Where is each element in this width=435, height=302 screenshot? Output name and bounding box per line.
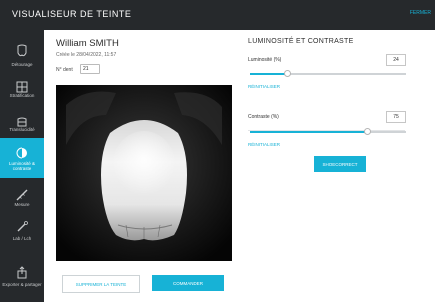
sidebar-item-label: Stratification [9, 93, 35, 98]
contrast-value[interactable]: 75 [386, 111, 406, 123]
tooth-number-input[interactable] [80, 64, 100, 74]
app-header: VISUALISEUR DE TEINTE FERMER [0, 0, 435, 30]
contrast-reset-link[interactable]: RÉINITIALISER [248, 142, 280, 147]
sidebar-item-luminosite[interactable]: Luminosité & contraste [0, 138, 44, 178]
created-date: Créée le 28/04/2022, 11:57 [56, 52, 117, 58]
contrast-label: Contraste (%) [248, 114, 279, 120]
ruler-icon [16, 189, 28, 201]
app-title: VISUALISEUR DE TEINTE [12, 9, 132, 19]
pipette-icon [17, 221, 28, 232]
sidebar-item-export[interactable]: Exporter & partager [0, 258, 44, 302]
sidebar-item-label: Mesure [14, 202, 30, 207]
close-link[interactable]: FERMER [410, 10, 431, 16]
layers-icon [16, 81, 28, 93]
sidebar-item-label: Détourage [11, 62, 33, 67]
slider-thumb[interactable] [363, 128, 371, 135]
panel-title: LUMINOSITÉ ET CONTRASTE [248, 38, 354, 45]
contrast-slider[interactable] [250, 128, 406, 135]
slider-fill [250, 131, 367, 133]
brightness-label: Luminosité (%) [248, 57, 282, 63]
delete-shade-button[interactable]: SUPPRIMER LA TEINTE [62, 275, 140, 293]
tooth-outline-icon [17, 44, 27, 57]
correct-button[interactable]: SHOECORRECT [314, 156, 366, 172]
main-content: William SMITH Créée le 28/04/2022, 11:57… [44, 30, 435, 302]
sidebar-item-label: Luminosité & contraste [8, 161, 35, 171]
brightness-icon [16, 147, 27, 159]
brightness-value[interactable]: 24 [386, 54, 406, 66]
patient-name: William SMITH [56, 38, 119, 49]
share-icon [17, 266, 27, 279]
sidebar-item-label: Exporter & partager [2, 282, 42, 287]
slider-thumb[interactable] [283, 70, 291, 77]
order-button[interactable]: COMMANDER [152, 275, 224, 291]
tooth-number-label: N° dent [56, 67, 73, 73]
slider-fill [250, 73, 288, 75]
tooth-photo [56, 85, 232, 261]
sidebar-item-label: Lab / Lch [12, 236, 32, 241]
sidebar-item-label: Translucidité [9, 127, 35, 132]
brightness-slider[interactable] [250, 70, 406, 77]
sidebar-item-lab-lch[interactable]: Lab / Lch [0, 212, 44, 256]
brightness-reset-link[interactable]: RÉINITIALISER [248, 84, 280, 89]
sidebar: Détourage Stratification Translucidité L… [0, 30, 44, 302]
